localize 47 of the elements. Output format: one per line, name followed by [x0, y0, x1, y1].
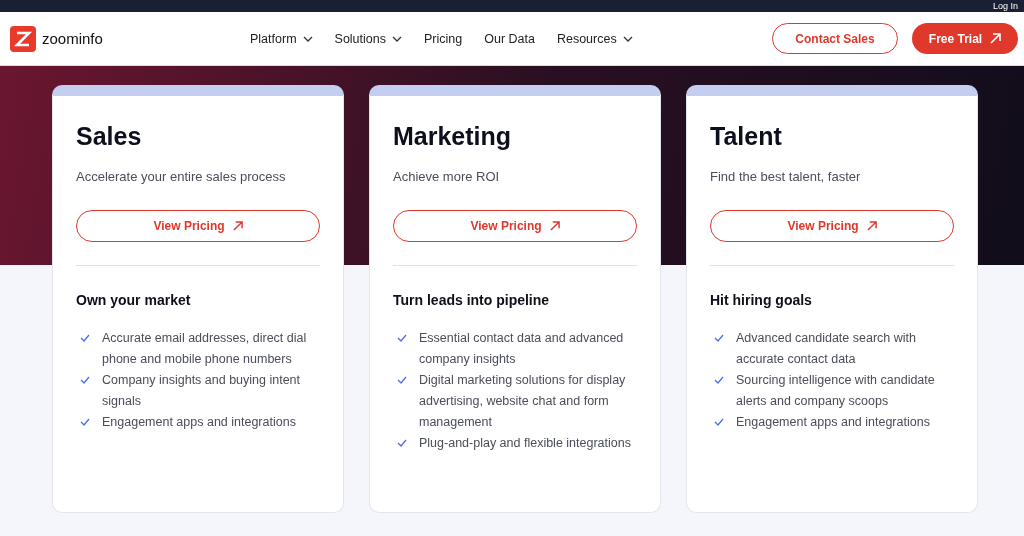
arrow-up-right-icon: [866, 221, 877, 231]
checkmark-icon: [80, 418, 90, 426]
feature-text: Accurate email addresses, direct dial phone and mobile phone numbers: [102, 330, 308, 368]
card-subtitle: Find the best talent, faster: [710, 169, 862, 184]
chevron-down-icon: [302, 35, 313, 42]
arrow-up-right-icon: [990, 33, 1002, 44]
nav-link[interactable]: Solutions: [334, 31, 402, 46]
view-pricing-button[interactable]: View Pricing: [393, 210, 637, 242]
feature-text: Company insights and buying intent signals: [102, 372, 302, 410]
nav-link[interactable]: Pricing: [424, 31, 463, 46]
card-heading: Own your market: [76, 292, 192, 308]
feature-text: Engagement apps and integrations: [736, 414, 930, 431]
checkmark-icon: [714, 376, 724, 384]
card-subtitle: Achieve more ROI: [393, 169, 501, 184]
feature-text: Essential contact data and advanced company insights: [419, 330, 625, 368]
card-title: Talent: [710, 121, 783, 151]
checkmark-icon: [80, 376, 90, 384]
login-link[interactable]: Log In: [992, 1, 1018, 11]
contact-sales-button[interactable]: Contact Sales: [772, 23, 898, 54]
checkmark-icon: [80, 334, 90, 342]
card-heading: Hit hiring goals: [710, 292, 813, 308]
logo-text[interactable]: zoominfo: [42, 30, 103, 47]
feature-text: Sourcing intelligence with candidate alerts and company scoops: [736, 372, 936, 410]
nav-link[interactable]: Platform: [250, 31, 313, 46]
feature-text: Advanced candidate search with accurate contact data: [736, 330, 917, 368]
logo-icon: [10, 25, 36, 52]
checkmark-icon: [714, 418, 724, 426]
arrow-up-right-icon: [549, 221, 560, 231]
checkmark-icon: [397, 376, 407, 384]
card-title: Sales: [76, 121, 143, 151]
chevron-down-icon: [622, 35, 633, 42]
view-pricing-button[interactable]: View Pricing: [710, 210, 954, 242]
feature-text: Engagement apps and integrations: [102, 414, 296, 431]
nav-link[interactable]: Resources: [556, 31, 633, 46]
arrow-up-right-icon: [232, 221, 243, 231]
feature-text: Plug-and-play and flexible integrations: [419, 435, 631, 452]
card-title: Marketing: [393, 121, 513, 151]
nav-link[interactable]: Our Data: [484, 31, 535, 46]
checkmark-icon: [397, 334, 407, 342]
feature-text: Digital marketing solutions for display advertising, website chat and form management: [419, 372, 627, 431]
card-heading: Turn leads into pipeline: [393, 292, 551, 308]
chevron-down-icon: [392, 35, 402, 42]
card-subtitle: Accelerate your entire sales process: [76, 169, 287, 184]
free-trial-button[interactable]: Free Trial: [912, 23, 1018, 54]
checkmark-icon: [397, 439, 407, 447]
view-pricing-button[interactable]: View Pricing: [76, 210, 320, 242]
checkmark-icon: [714, 334, 724, 342]
